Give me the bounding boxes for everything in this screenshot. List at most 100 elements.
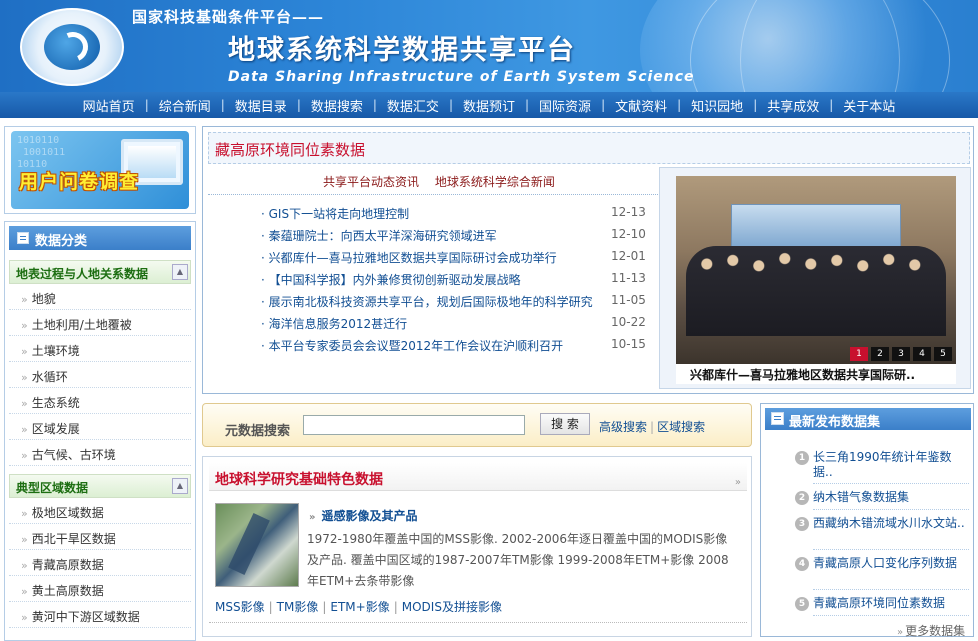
site-header: 国家科技基础条件平台—— 地球系统科学数据共享平台 Data Sharing I… <box>0 0 978 92</box>
category-header: 数据分类 <box>9 226 191 250</box>
dataset-item[interactable]: 1 长三角1990年统计年鉴数据.. <box>795 450 969 484</box>
dataset-item-label[interactable]: 青藏高原环境同位素数据 <box>813 596 945 610</box>
category-item-soil[interactable]: » 土壤环境 <box>9 336 191 362</box>
pager-button[interactable]: 5 <box>934 347 952 361</box>
category-item-loess[interactable]: » 黄土高原数据 <box>9 576 191 602</box>
featured-data-panel: 地球科学研究基础特色数据 » » 遥感影像及其产品 1972-1980年覆盖中国的… <box>202 456 752 637</box>
dataset-item-label[interactable]: 青藏高原人口变化序列数据 <box>813 556 957 570</box>
link-mss[interactable]: MSS影像 <box>215 600 265 614</box>
category-item-water[interactable]: » 水循环 <box>9 362 191 388</box>
news-item-title[interactable]: · 兴都库什—喜马拉雅地区数据共享国际研讨会成功举行 <box>261 249 557 266</box>
nav-literature[interactable]: 文献资料 <box>605 96 677 115</box>
double-arrow-icon: » <box>21 345 28 358</box>
news-item-date: 11-13 <box>611 271 646 285</box>
news-item-date: 12-13 <box>611 205 646 219</box>
number-badge: 4 <box>795 557 809 571</box>
category-item-label: 生态系统 <box>31 396 80 410</box>
dataset-item-label[interactable]: 纳木错气象数据集 <box>813 490 909 504</box>
advanced-search-link[interactable]: 高级搜索 <box>599 420 647 434</box>
more-icon[interactable]: » <box>735 477 741 488</box>
news-item-title[interactable]: · GIS下一站将走向地理控制 <box>261 205 409 222</box>
news-item-title[interactable]: · 海洋信息服务2012甚迁行 <box>261 315 407 332</box>
news-item[interactable]: · 【中国科学报】内外兼修贯彻创新驱动发展战略 11-13 <box>261 269 651 291</box>
category-item-yellow-river[interactable]: » 黄河中下游区域数据 <box>9 602 191 628</box>
nav-international[interactable]: 国际资源 <box>529 96 601 115</box>
nav-catalog[interactable]: 数据目录 <box>225 96 297 115</box>
collapse-icon[interactable]: ▲ <box>172 478 188 494</box>
platform-logo-icon[interactable] <box>20 8 124 86</box>
category-item-northwest[interactable]: » 西北干旱区数据 <box>9 524 191 550</box>
news-item-date: 11-05 <box>611 293 646 307</box>
collapse-icon[interactable]: ▲ <box>172 264 188 280</box>
pager-button[interactable]: 4 <box>913 347 931 361</box>
category-item-landform[interactable]: » 地貌 <box>9 284 191 310</box>
survey-banner[interactable]: 1010110 1001011 10110 用户问卷调查 <box>11 131 189 209</box>
category-item-ecosystem[interactable]: » 生态系统 <box>9 388 191 414</box>
survey-box: 1010110 1001011 10110 用户问卷调查 <box>4 126 196 214</box>
news-item[interactable]: · 兴都库什—喜马拉雅地区数据共享国际研讨会成功举行 12-01 <box>261 247 651 269</box>
scrolling-banner[interactable]: 藏高原环境同位素数据 <box>208 132 970 164</box>
pager-button[interactable]: 3 <box>892 347 910 361</box>
news-item[interactable]: · 海洋信息服务2012甚迁行 10-22 <box>261 313 651 335</box>
category-item-polar[interactable]: » 极地区域数据 <box>9 498 191 524</box>
category-item-landuse[interactable]: » 土地利用/土地覆被 <box>9 310 191 336</box>
category-group-surface[interactable]: 地表过程与人地关系数据 ▲ <box>9 260 191 284</box>
news-item[interactable]: · GIS下一站将走向地理控制 12-13 <box>261 203 651 225</box>
latest-datasets-panel: 最新发布数据集 1 长三角1990年统计年鉴数据.. 2 纳木错气象数据集 3 西藏纳… <box>760 403 974 639</box>
dataset-item-label[interactable]: 西藏纳木错流域水川水文站.. <box>813 516 965 530</box>
nav-order[interactable]: 数据预订 <box>453 96 525 115</box>
news-item[interactable]: · 本平台专家委员会会议暨2012年工作会议在沪顺利召开 10-15 <box>261 335 651 357</box>
photo-slideshow: 1 2 3 4 5 兴都库什—喜马拉雅地区数据共享国际研.. <box>659 167 971 389</box>
nav-knowledge[interactable]: 知识园地 <box>681 96 753 115</box>
double-arrow-icon: » <box>309 512 316 523</box>
category-item-paleo[interactable]: » 古气候、古环境 <box>9 440 191 466</box>
news-photo[interactable]: 1 2 3 4 5 <box>676 176 956 364</box>
tab-platform-news[interactable]: 共享平台动态资讯 <box>323 175 419 189</box>
news-item[interactable]: · 展示南北极科技资源共享平台，规划后国际极地年的科学研究 11-05 <box>261 291 651 313</box>
pager-button[interactable]: 1 <box>850 347 868 361</box>
pager-button[interactable]: 2 <box>871 347 889 361</box>
news-item-title[interactable]: · 本平台专家委员会会议暨2012年工作会议在沪顺利召开 <box>261 337 563 354</box>
satellite-thumbnail[interactable] <box>215 503 299 587</box>
link-separator: | <box>393 600 398 614</box>
main-nav: 网站首页 | 综合新闻 | 数据目录 | 数据搜索 | 数据汇交 | 数据预订 | 国际资源… <box>0 92 978 118</box>
category-item-tibet[interactable]: » 青藏高原数据 <box>9 550 191 576</box>
link-etm[interactable]: ETM+影像 <box>330 600 389 614</box>
photo-group <box>686 246 946 336</box>
nav-search[interactable]: 数据搜索 <box>301 96 373 115</box>
category-group-label: 典型区域数据 <box>16 481 89 495</box>
nav-about[interactable]: 关于本站 <box>833 96 905 115</box>
region-search-link[interactable]: 区域搜索 <box>657 420 705 434</box>
dataset-item[interactable]: 3 西藏纳木错流域水川水文站.. <box>795 516 969 550</box>
number-badge: 3 <box>795 517 809 531</box>
news-item-title[interactable]: · 【中国科学报】内外兼修贯彻创新驱动发展战略 <box>261 271 521 288</box>
search-input[interactable] <box>303 415 525 435</box>
nav-home[interactable]: 网站首页 <box>73 96 145 115</box>
dataset-item[interactable]: 5 青藏高原环境同位素数据 <box>795 596 969 616</box>
more-datasets-link[interactable]: » 更多数据集 <box>897 622 965 639</box>
dataset-item[interactable]: 4 青藏高原人口变化序列数据 <box>795 556 969 590</box>
news-item-title[interactable]: · 展示南北极科技资源共享平台，规划后国际极地年的科学研究 <box>261 293 593 310</box>
nav-news[interactable]: 综合新闻 <box>149 96 221 115</box>
category-item-label: 黄土高原数据 <box>31 584 104 598</box>
featured-links: MSS影像 | TM影像 | ETM+影像 | MODIS及拼接影像 <box>215 598 502 615</box>
photo-caption[interactable]: 兴都库什—喜马拉雅地区数据共享国际研.. <box>676 364 956 384</box>
news-tabs: 共享平台动态资讯 地球系统科学综合新闻 <box>323 173 567 190</box>
news-item-title[interactable]: · 秦蕴珊院士：向西太平洋深海研究领域进军 <box>261 227 497 244</box>
site-english-title: Data Sharing Infrastructure of Earth Sys… <box>228 69 695 85</box>
featured-item-title[interactable]: » 遥感影像及其产品 <box>309 507 417 524</box>
slideshow-pager: 1 2 3 4 5 <box>850 347 952 361</box>
category-item-regional[interactable]: » 区域发展 <box>9 414 191 440</box>
search-button[interactable]: 搜 索 <box>540 413 590 435</box>
link-modis[interactable]: MODIS及拼接影像 <box>402 600 502 614</box>
dataset-item-label[interactable]: 长三角1990年统计年鉴数据.. <box>813 450 952 479</box>
dataset-item[interactable]: 2 纳木错气象数据集 <box>795 490 969 510</box>
category-item-label: 黄河中下游区域数据 <box>31 610 140 624</box>
tab-earth-science-news[interactable]: 地球系统科学综合新闻 <box>435 175 555 189</box>
category-group-region[interactable]: 典型区域数据 ▲ <box>9 474 191 498</box>
link-tm[interactable]: TM影像 <box>277 600 319 614</box>
nav-submit[interactable]: 数据汇交 <box>377 96 449 115</box>
category-title: 数据分类 <box>35 234 88 249</box>
news-item[interactable]: · 秦蕴珊院士：向西太平洋深海研究领域进军 12-10 <box>261 225 651 247</box>
nav-achievements[interactable]: 共享成效 <box>757 96 829 115</box>
